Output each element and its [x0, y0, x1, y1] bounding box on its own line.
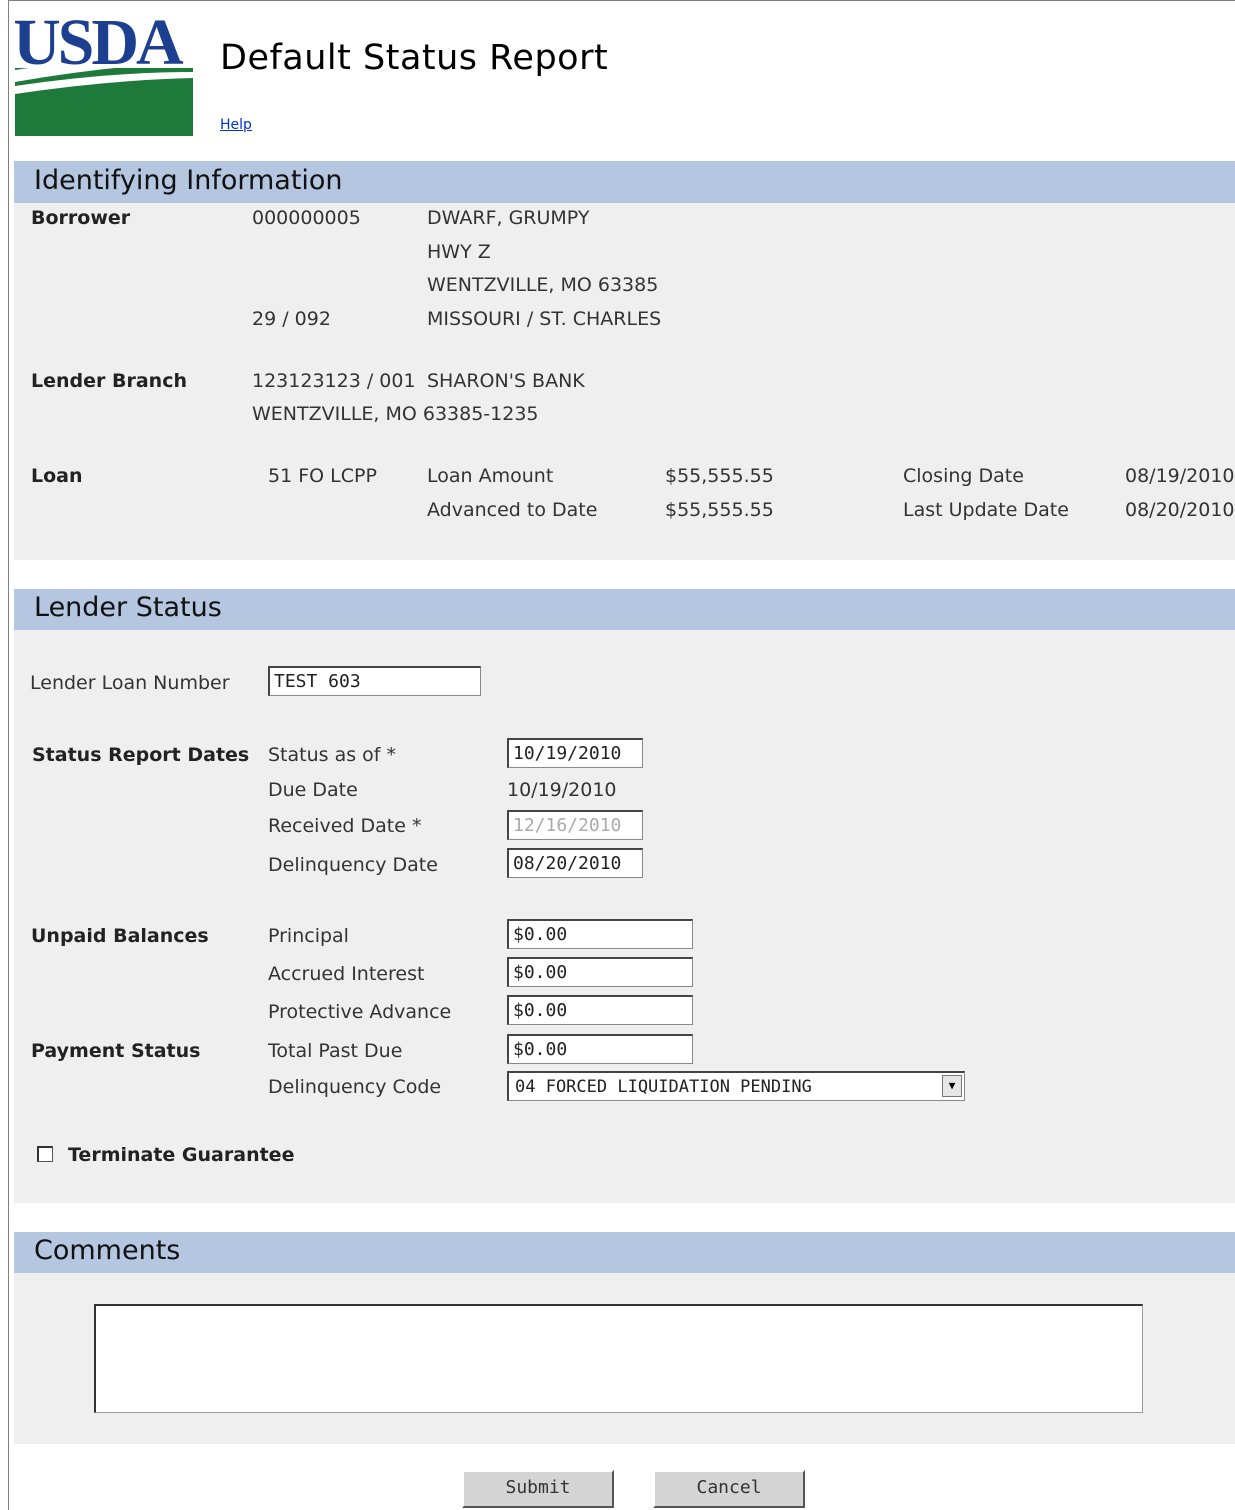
status-as-of-input[interactable]: 10/19/2010 — [507, 738, 643, 768]
page-title: Default Status Report — [220, 38, 609, 78]
lender-status-section-title: Lender Status — [34, 592, 222, 623]
loan-amount-label: Loan Amount — [427, 465, 554, 487]
closing-date-label: Closing Date — [903, 465, 1024, 487]
submit-button[interactable]: Submit — [462, 1470, 614, 1508]
lender-loan-number-input[interactable]: TEST 603 — [268, 666, 481, 696]
loan-type: 51 FO LCPP — [268, 465, 377, 487]
terminate-guarantee-label: Terminate Guarantee — [68, 1144, 295, 1166]
borrower-id: 000000005 — [252, 207, 361, 229]
terminate-guarantee-checkbox[interactable] — [37, 1146, 53, 1162]
comments-section-header: Comments — [14, 1232, 1235, 1273]
due-date-label: Due Date — [268, 779, 358, 801]
accrued-interest-label: Accrued Interest — [268, 963, 425, 985]
help-link[interactable]: Help — [220, 117, 252, 133]
delinquency-code-value: 04 FORCED LIQUIDATION PENDING — [515, 1077, 812, 1097]
logo-text: USDA — [15, 10, 184, 79]
loan-label: Loan — [31, 465, 83, 487]
payment-status-label: Payment Status — [31, 1040, 201, 1062]
status-as-of-label: Status as of * — [268, 744, 397, 766]
last-update-label: Last Update Date — [903, 499, 1069, 521]
received-date-input[interactable]: 12/16/2010 — [507, 810, 643, 840]
lender-name: SHARON'S BANK — [427, 370, 585, 392]
total-past-due-label: Total Past Due — [268, 1040, 403, 1062]
protective-advance-label: Protective Advance — [268, 1001, 452, 1023]
principal-label: Principal — [268, 925, 349, 947]
last-update-date: 08/20/2010 — [1125, 499, 1235, 521]
advanced-to-date-label: Advanced to Date — [427, 499, 598, 521]
unpaid-balances-label: Unpaid Balances — [31, 925, 209, 947]
total-past-due-input[interactable]: $0.00 — [507, 1034, 693, 1064]
principal-input[interactable]: $0.00 — [507, 919, 693, 949]
delinquency-date-label: Delinquency Date — [268, 854, 438, 876]
received-date-label: Received Date * — [268, 815, 422, 837]
loan-amount: $55,555.55 — [665, 465, 774, 487]
usda-logo: USDA — [15, 10, 193, 136]
protective-advance-input[interactable]: $0.00 — [507, 995, 693, 1025]
lender-id: 123123123 / 001 — [252, 370, 416, 392]
closing-date: 08/19/2010 — [1125, 465, 1235, 487]
dropdown-arrow-icon[interactable]: ▼ — [942, 1075, 962, 1097]
status-report-dates-label: Status Report Dates — [32, 744, 250, 766]
delinquency-date-input[interactable]: 08/20/2010 — [507, 848, 643, 878]
lender-status-section-header: Lender Status — [14, 589, 1235, 630]
delinquency-code-select[interactable]: 04 FORCED LIQUIDATION PENDING ▼ — [507, 1071, 965, 1101]
borrower-address-line1: HWY Z — [427, 241, 491, 263]
identifying-section-title: Identifying Information — [34, 165, 343, 196]
state-county-code: 29 / 092 — [252, 308, 331, 330]
cancel-button[interactable]: Cancel — [653, 1470, 805, 1508]
lender-address: WENTZVILLE, MO 63385-1235 — [252, 403, 539, 425]
comments-section-title: Comments — [34, 1235, 181, 1266]
lender-loan-number-label: Lender Loan Number — [30, 672, 230, 694]
borrower-label: Borrower — [31, 207, 131, 229]
lender-branch-label: Lender Branch — [31, 370, 187, 392]
delinquency-code-label: Delinquency Code — [268, 1076, 442, 1098]
advanced-to-date: $55,555.55 — [665, 499, 774, 521]
state-county-name: MISSOURI / ST. CHARLES — [427, 308, 662, 330]
due-date-value: 10/19/2010 — [507, 779, 617, 801]
accrued-interest-input[interactable]: $0.00 — [507, 957, 693, 987]
comments-textarea[interactable] — [94, 1304, 1143, 1413]
lender-status-panel — [14, 630, 1235, 1203]
identifying-section-header: Identifying Information — [14, 161, 1235, 203]
borrower-name: DWARF, GRUMPY — [427, 207, 590, 229]
borrower-address-line2: WENTZVILLE, MO 63385 — [427, 274, 659, 296]
